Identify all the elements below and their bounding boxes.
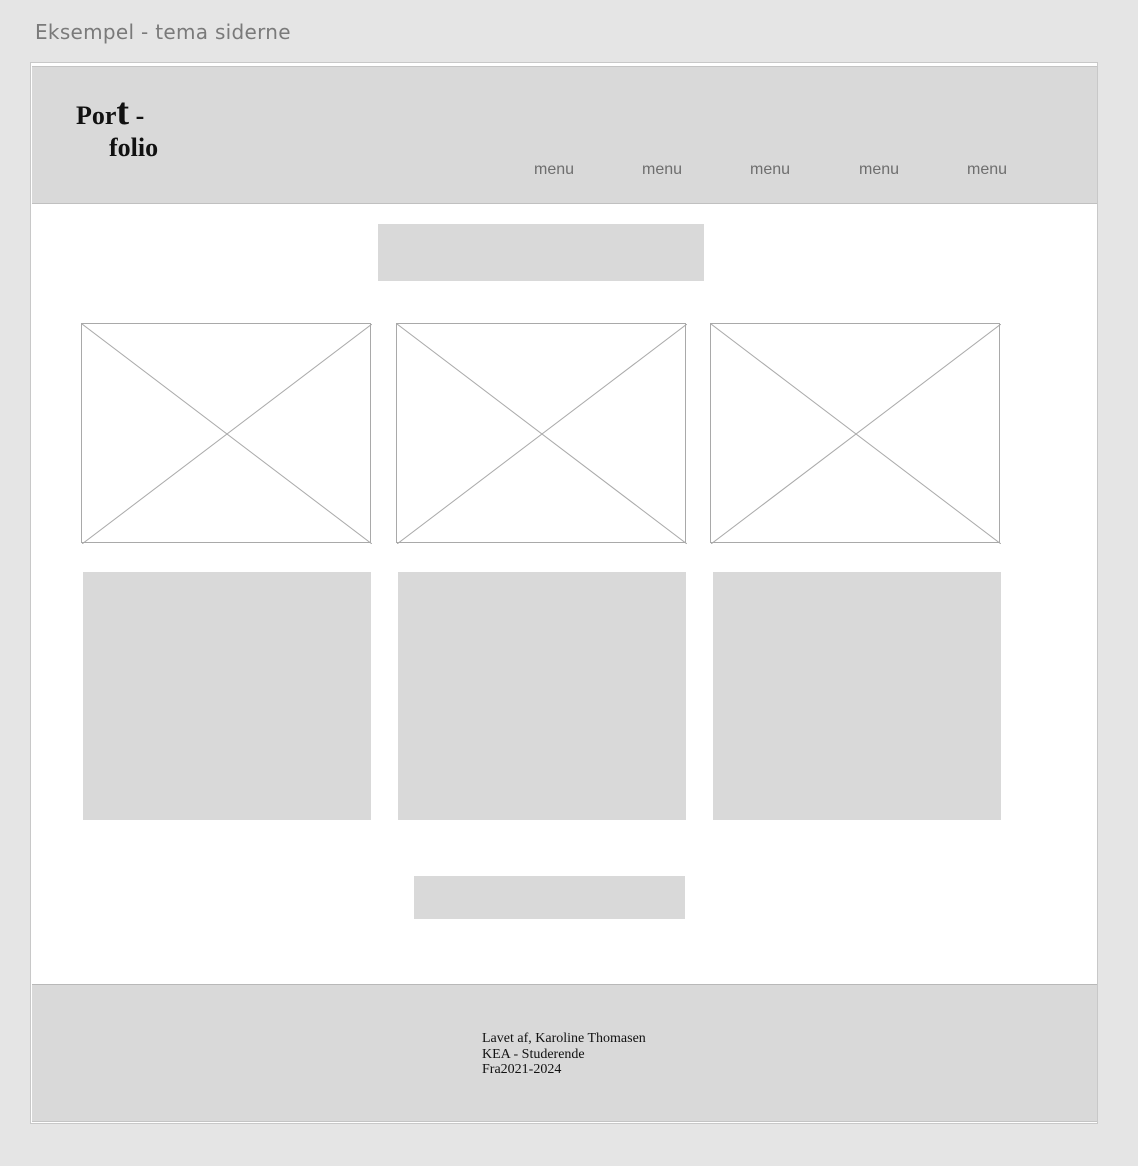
wireframe-artboard: Port - folio menu menu menu menu menu La… — [30, 62, 1098, 1124]
logo[interactable]: Port - folio — [76, 93, 159, 163]
content-block-1 — [83, 572, 371, 820]
image-placeholder-3 — [710, 323, 1001, 544]
logo-text-start: Por — [76, 101, 117, 130]
menu-item-2[interactable]: menu — [642, 161, 682, 179]
image-placeholder-cross-icon — [82, 324, 372, 544]
image-placeholder-cross-icon — [711, 324, 1001, 544]
menu-item-1[interactable]: menu — [534, 161, 574, 179]
image-placeholder-2 — [396, 323, 687, 544]
menu-item-5[interactable]: menu — [967, 161, 1007, 179]
footer-line-school: KEA - Studerende — [482, 1046, 585, 1062]
footer-text: Lavet af, Karoline Thomasen KEA - Studer… — [482, 1031, 646, 1078]
logo-text-big-letter: t — [116, 91, 130, 133]
footer-line-years: Fra2021-2024 — [482, 1062, 562, 1077]
page-heading-placeholder — [378, 224, 704, 281]
artboard-title: Eksempel - tema siderne — [35, 20, 291, 44]
logo-text-line2: folio — [109, 133, 159, 162]
content-block-2 — [398, 572, 686, 820]
menu-item-3[interactable]: menu — [750, 161, 790, 179]
button-placeholder[interactable] — [414, 876, 685, 919]
image-placeholder-cross-icon — [397, 324, 687, 544]
menu-item-4[interactable]: menu — [859, 161, 899, 179]
site-footer: Lavet af, Karoline Thomasen KEA - Studer… — [32, 984, 1097, 1122]
image-placeholder-1 — [81, 323, 372, 544]
content-block-3 — [713, 572, 1001, 820]
site-header: Port - folio menu menu menu menu menu — [32, 66, 1097, 204]
logo-text-dash: - — [129, 101, 145, 130]
footer-line-author: Lavet af, Karoline Thomasen — [482, 1031, 646, 1046]
